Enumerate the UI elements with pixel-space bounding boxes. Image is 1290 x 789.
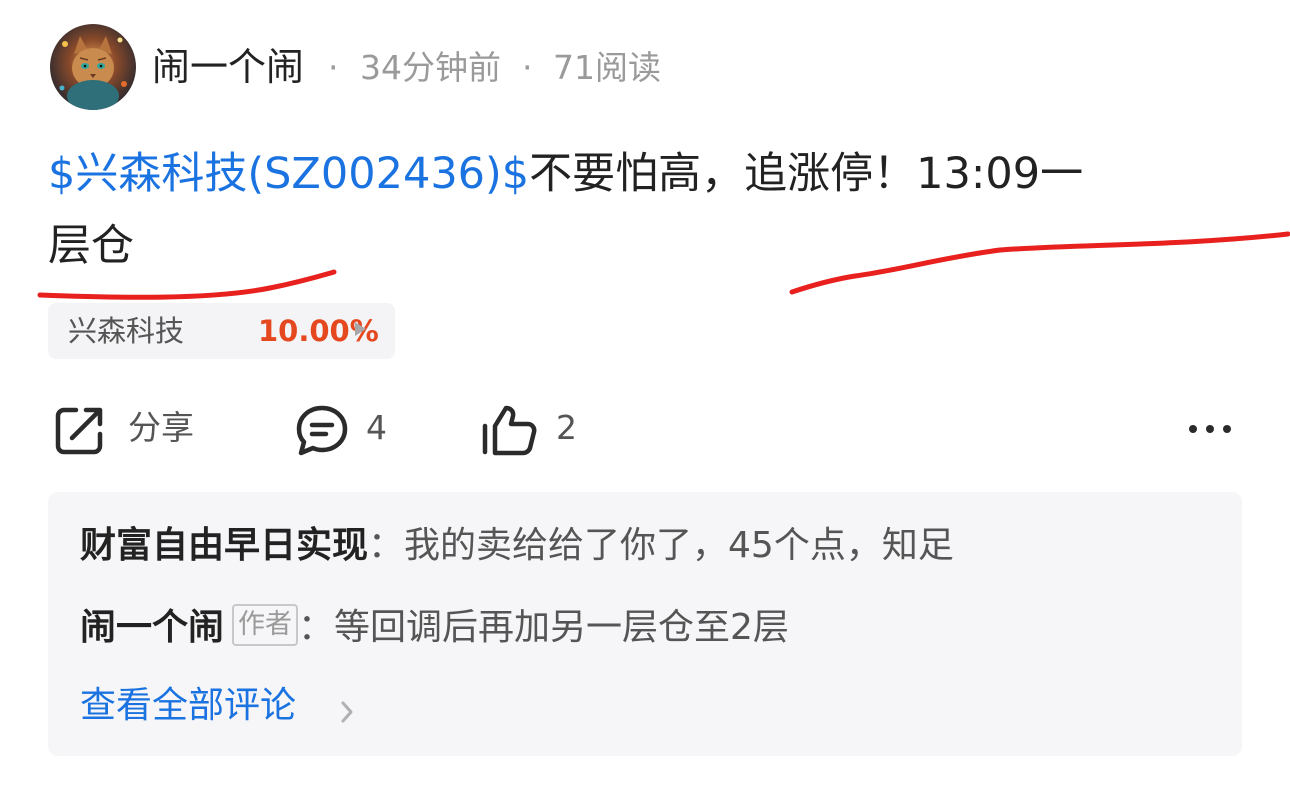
read-count: 71阅读	[553, 48, 661, 87]
post-text: 不要怕高，追涨停！13:09一	[529, 149, 1084, 199]
post-card: 闹一个闹 · 34分钟前 · 71阅读 $兴森科技(SZ002436)$不要怕高…	[0, 0, 1290, 789]
post-time: 34分钟前	[360, 48, 501, 87]
stock-name: 兴森科技	[68, 314, 185, 348]
commenter-name[interactable]: 财富自由早日实现	[80, 525, 368, 566]
commenter-name[interactable]: 闹一个闹	[80, 607, 224, 648]
cat-avatar-icon	[50, 24, 136, 110]
post-body-line1: $兴森科技(SZ002436)$不要怕高，追涨停！13:09一	[48, 140, 1248, 208]
comment-colon: ：	[368, 525, 405, 566]
avatar[interactable]	[50, 24, 136, 110]
comments-preview: 财富自由早日实现：我的卖给给了你了，45个点，知足 闹一个闹 作者 ：等回调后再加另…	[48, 492, 1242, 756]
stock-quote-chip[interactable]: 兴森科技 10.00%	[48, 303, 395, 359]
chevron-right-icon	[341, 701, 353, 723]
post-body-line2: 层仓	[48, 221, 134, 271]
comment-text: 等回调后再加另一层仓至2层	[334, 607, 789, 648]
like-count: 2	[556, 408, 577, 447]
like-button[interactable]: 2	[480, 400, 590, 460]
author-name[interactable]: 闹一个闹	[152, 44, 304, 90]
share-icon	[55, 407, 103, 455]
share-label: 分享	[128, 408, 194, 447]
comment-button[interactable]: 4	[294, 400, 404, 460]
view-all-comments-link[interactable]: 查看全部评论	[80, 682, 296, 730]
meta-separator: ·	[328, 48, 339, 87]
thumbs-up-icon	[482, 405, 537, 456]
play-arrow-icon	[355, 322, 366, 336]
stock-link[interactable]: $兴森科技(SZ002436)$	[48, 149, 529, 199]
comment-text: 我的卖给给了你了，45个点，知足	[404, 525, 954, 566]
share-button[interactable]: 分享	[52, 400, 212, 460]
meta-separator: ·	[522, 48, 533, 87]
comment-icon	[296, 405, 348, 456]
comment-count: 4	[366, 408, 387, 447]
more-icon	[1189, 425, 1231, 433]
comment-item[interactable]: 闹一个闹 作者 ：等回调后再加另一层仓至2层	[80, 604, 789, 652]
author-badge: 作者	[232, 604, 299, 646]
comment-colon: ：	[298, 607, 335, 648]
more-button[interactable]	[1186, 414, 1236, 444]
comment-item[interactable]: 财富自由早日实现：我的卖给给了你了，45个点，知足	[80, 522, 954, 570]
